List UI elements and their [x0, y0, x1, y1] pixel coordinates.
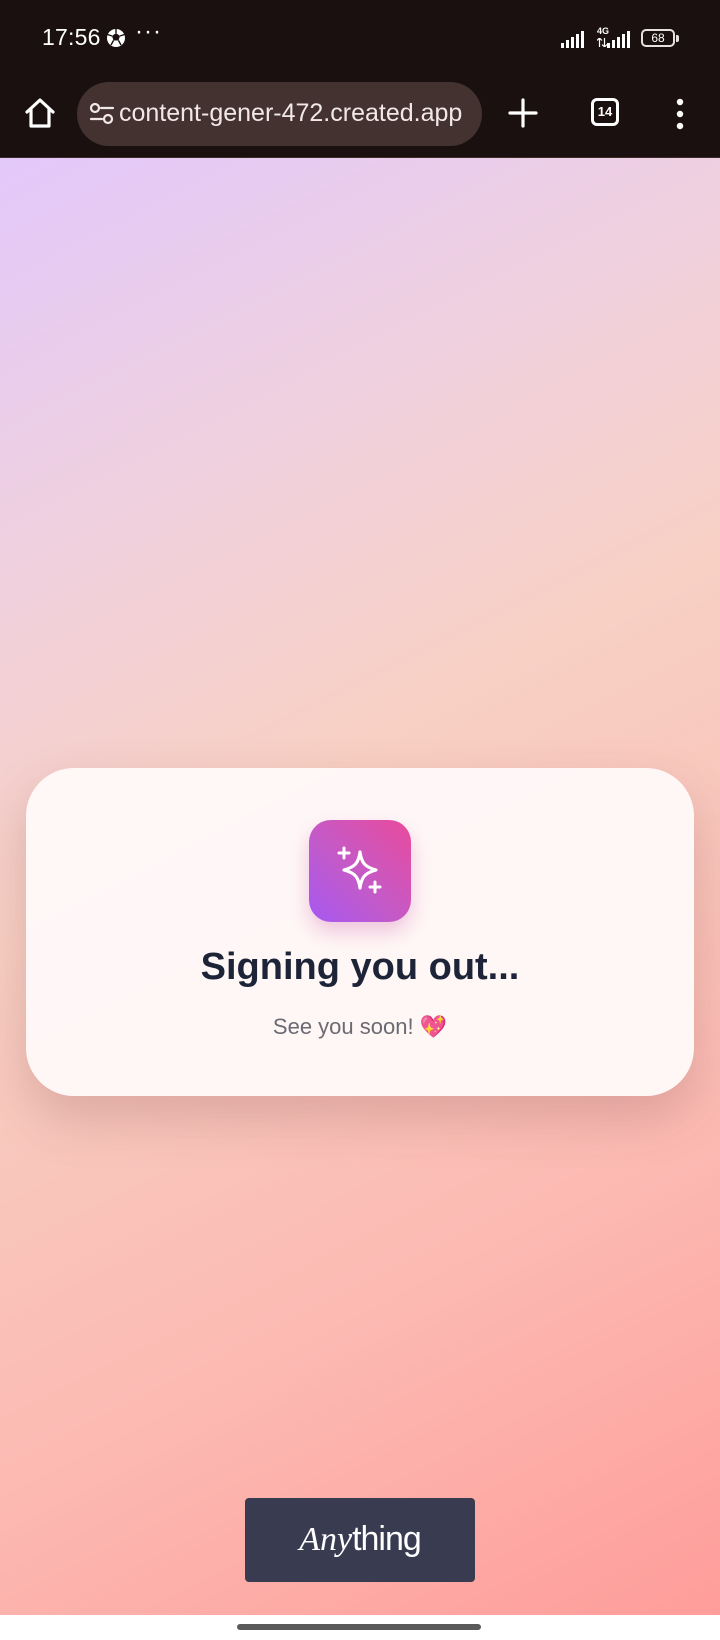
data-arrows-icon: [597, 38, 607, 47]
soccer-ball-icon: [107, 29, 125, 47]
status-bar: 17:56 ··· 4G 68: [0, 0, 720, 76]
tab-switcher-button[interactable]: 14: [591, 98, 619, 126]
signing-out-title: Signing you out...: [200, 946, 520, 988]
tab-count: 14: [597, 104, 613, 119]
logo-tile: [309, 820, 411, 922]
signal-icon-2: [607, 31, 630, 48]
signing-out-subtitle: See you soon! 💖: [272, 1014, 448, 1039]
tune-icon[interactable]: [89, 102, 115, 126]
sparkles-icon: [337, 846, 382, 894]
brand-italic: Any: [299, 1521, 353, 1558]
battery-level: 68: [651, 31, 665, 45]
plus-icon[interactable]: [506, 96, 540, 130]
url-text[interactable]: content-gener-472.created.app: [119, 99, 479, 128]
anything-brand-badge[interactable]: Anything: [245, 1498, 475, 1582]
battery-icon: 68: [641, 29, 679, 47]
home-gesture-bar[interactable]: [237, 1624, 481, 1630]
status-overflow-dots: ···: [135, 18, 162, 45]
sign-out-card: Signing you out... See you soon! 💖: [26, 768, 694, 1096]
browser-toolbar: content-gener-472.created.app 14: [0, 76, 720, 158]
brand-regular: thing: [352, 1520, 422, 1558]
status-time: 17:56: [42, 24, 101, 50]
address-bar[interactable]: content-gener-472.created.app: [77, 82, 482, 146]
more-vertical-icon[interactable]: [668, 96, 692, 132]
home-icon[interactable]: [20, 93, 60, 133]
page-content: Signing you out... See you soon! 💖 Anyth…: [0, 158, 720, 1615]
signal-icon: [561, 31, 584, 48]
gesture-area: [0, 1615, 720, 1640]
